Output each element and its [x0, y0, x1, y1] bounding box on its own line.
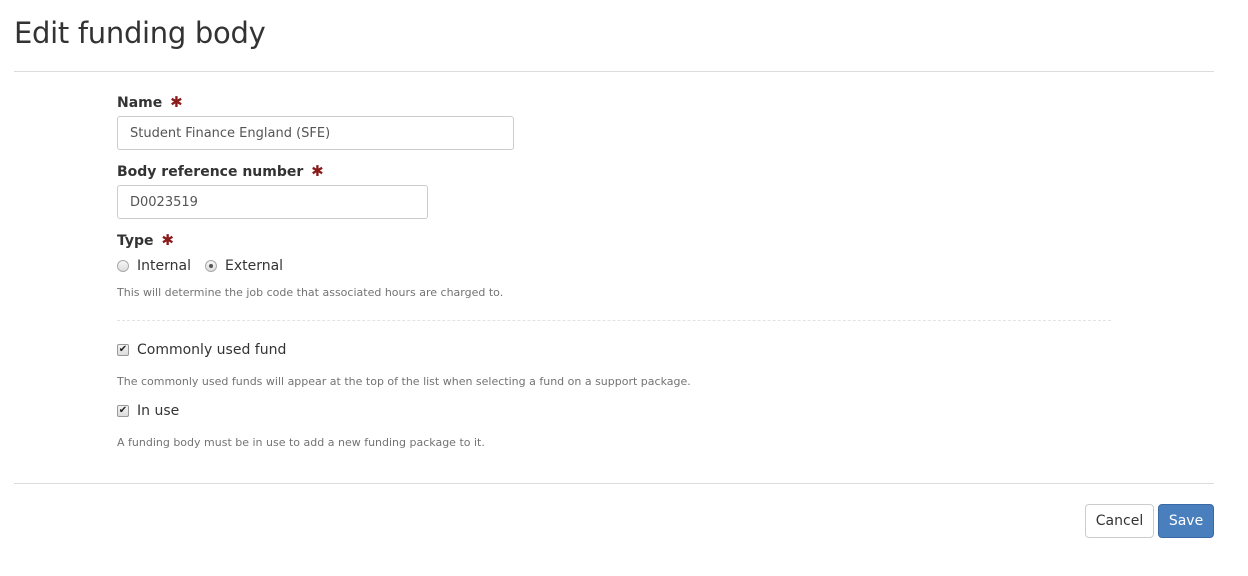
type-field-group: Type ✱ Internal External This will deter…	[117, 230, 1117, 301]
reference-field-group: Body reference number ✱	[117, 161, 1117, 230]
commonly-used-fund-label[interactable]: Commonly used fund	[137, 342, 286, 358]
in-use-label[interactable]: In use	[137, 403, 179, 419]
page-title: Edit funding body	[14, 16, 266, 50]
radio-internal-label[interactable]: Internal	[137, 258, 191, 274]
title-divider	[14, 71, 1214, 72]
type-help-text: This will determine the job code that as…	[117, 286, 504, 299]
funding-body-form: Name ✱ Body reference number ✱ Type ✱ In…	[117, 92, 1117, 316]
name-input[interactable]	[117, 116, 514, 150]
type-label: Type ✱	[117, 230, 1117, 250]
footer-divider	[14, 483, 1214, 484]
cancel-button[interactable]: Cancel	[1085, 504, 1154, 538]
required-asterisk-icon: ✱	[161, 231, 174, 249]
type-label-text: Type	[117, 233, 154, 249]
in-use-checkbox[interactable]: ✔	[117, 405, 129, 417]
reference-label-text: Body reference number	[117, 164, 304, 180]
commonly-used-fund-help-text: The commonly used funds will appear at t…	[117, 375, 691, 388]
commonly-used-fund-checkbox-row[interactable]: ✔ Commonly used fund	[117, 342, 286, 358]
type-radio-group: Internal External	[117, 255, 1117, 277]
checkmark-icon: ✔	[118, 344, 128, 355]
radio-option-external[interactable]: External	[204, 258, 283, 274]
required-asterisk-icon: ✱	[170, 93, 183, 111]
name-label: Name ✱	[117, 92, 1117, 112]
reference-number-input[interactable]	[117, 185, 428, 219]
radio-internal[interactable]	[117, 260, 129, 272]
section-divider	[117, 320, 1111, 321]
reference-label: Body reference number ✱	[117, 161, 1117, 181]
name-field-group: Name ✱	[117, 92, 1117, 161]
in-use-help-text: A funding body must be in use to add a n…	[117, 436, 485, 449]
checkmark-icon: ✔	[118, 405, 128, 416]
edit-funding-body-page: Edit funding body Name ✱ Body reference …	[0, 0, 1248, 576]
required-asterisk-icon: ✱	[311, 162, 324, 180]
name-label-text: Name	[117, 95, 163, 111]
radio-external[interactable]	[204, 260, 217, 272]
in-use-checkbox-row[interactable]: ✔ In use	[117, 403, 179, 419]
radio-external-label[interactable]: External	[225, 258, 283, 274]
radio-option-internal[interactable]: Internal	[117, 258, 191, 274]
commonly-used-fund-checkbox[interactable]: ✔	[117, 344, 129, 356]
save-button[interactable]: Save	[1158, 504, 1214, 538]
